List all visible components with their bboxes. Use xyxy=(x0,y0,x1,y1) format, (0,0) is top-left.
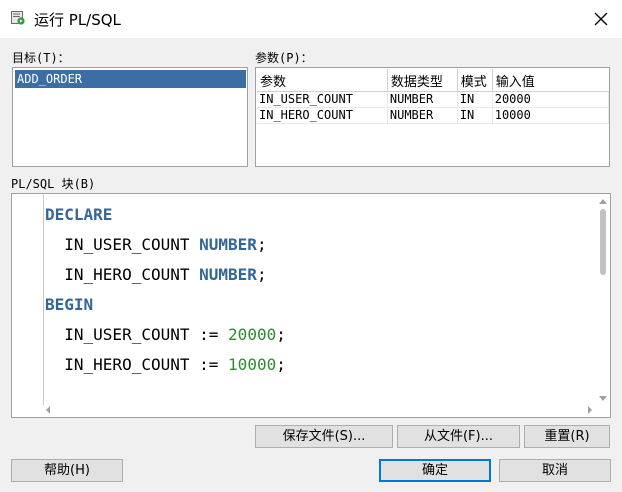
params-label: 参数(P)： xyxy=(255,51,313,65)
scroll-down-icon[interactable] xyxy=(599,396,607,401)
code-identifier: IN_HERO_COUNT xyxy=(64,355,190,374)
code-punct: ; xyxy=(276,325,286,344)
code-number: 20000 xyxy=(228,325,277,344)
code-type: NUMBER xyxy=(199,235,257,254)
code-keyword: BEGIN xyxy=(45,295,94,314)
code-punct: ; xyxy=(256,235,267,254)
param-value-input[interactable]: 10000 xyxy=(492,107,610,124)
param-mode: IN xyxy=(457,91,493,108)
table-row[interactable]: IN_HERO_COUNT NUMBER IN 10000 xyxy=(257,107,610,124)
target-item-add-order[interactable]: ADD_ORDER xyxy=(15,70,246,88)
code-number: 10000 xyxy=(228,355,277,374)
code-identifier: IN_HERO_COUNT xyxy=(64,265,190,284)
param-name: IN_USER_COUNT xyxy=(257,91,388,108)
close-icon xyxy=(594,12,608,26)
close-button[interactable] xyxy=(588,6,614,32)
params-header-row: 参数 数据类型 模式 输入值 xyxy=(257,69,609,92)
target-label: 目标(T)： xyxy=(12,51,70,65)
param-type: NUMBER xyxy=(387,107,458,124)
col-param[interactable]: 参数 xyxy=(257,69,388,92)
param-type: NUMBER xyxy=(387,91,458,108)
scroll-right-icon[interactable] xyxy=(588,406,592,414)
param-mode: IN xyxy=(457,107,493,124)
save-file-button[interactable]: 保存文件(S)... xyxy=(255,425,393,448)
vertical-scrollbar[interactable] xyxy=(596,195,610,406)
window-title: 运行 PL/SQL xyxy=(34,11,121,29)
col-datatype[interactable]: 数据类型 xyxy=(387,69,458,92)
help-button[interactable]: 帮助(H) xyxy=(11,459,123,482)
code-keyword: DECLARE xyxy=(45,205,113,224)
block-label: PL/SQL 块(B) xyxy=(11,177,96,191)
code-identifier: IN_USER_COUNT xyxy=(64,325,190,344)
app-icon xyxy=(11,11,25,25)
code-identifier: IN_USER_COUNT xyxy=(64,235,190,254)
param-name: IN_HERO_COUNT xyxy=(257,107,388,124)
col-mode[interactable]: 模式 xyxy=(457,69,493,92)
plsql-editor[interactable]: DECLARE IN_USER_COUNT NUMBER; IN_HERO_CO… xyxy=(11,193,611,418)
target-list[interactable]: ADD_ORDER xyxy=(12,67,248,167)
title-bar: 运行 PL/SQL xyxy=(0,0,622,38)
scroll-left-icon[interactable] xyxy=(46,406,50,414)
code-text[interactable]: DECLARE IN_USER_COUNT NUMBER; IN_HERO_CO… xyxy=(45,200,286,380)
code-operator: := xyxy=(199,325,219,344)
col-input-value[interactable]: 输入值 xyxy=(492,69,609,92)
from-file-button[interactable]: 从文件(F)... xyxy=(397,425,520,448)
horizontal-scrollbar[interactable] xyxy=(42,404,596,416)
code-punct: ; xyxy=(256,265,267,284)
cancel-button[interactable]: 取消 xyxy=(499,459,611,482)
ok-button[interactable]: 确定 xyxy=(379,459,491,482)
reset-button[interactable]: 重置(R) xyxy=(524,425,610,448)
gutter-divider xyxy=(43,195,44,405)
table-row[interactable]: IN_USER_COUNT NUMBER IN 20000 xyxy=(257,91,610,108)
code-operator: := xyxy=(199,355,219,374)
params-grid[interactable]: 参数 数据类型 模式 输入值 IN_USER_COUNT NUMBER IN 2… xyxy=(255,67,610,167)
vertical-scroll-thumb[interactable] xyxy=(600,209,606,275)
param-value-input[interactable]: 20000 xyxy=(492,91,610,108)
code-type: NUMBER xyxy=(199,265,257,284)
code-punct: ; xyxy=(276,355,286,374)
scroll-up-icon[interactable] xyxy=(599,199,607,204)
